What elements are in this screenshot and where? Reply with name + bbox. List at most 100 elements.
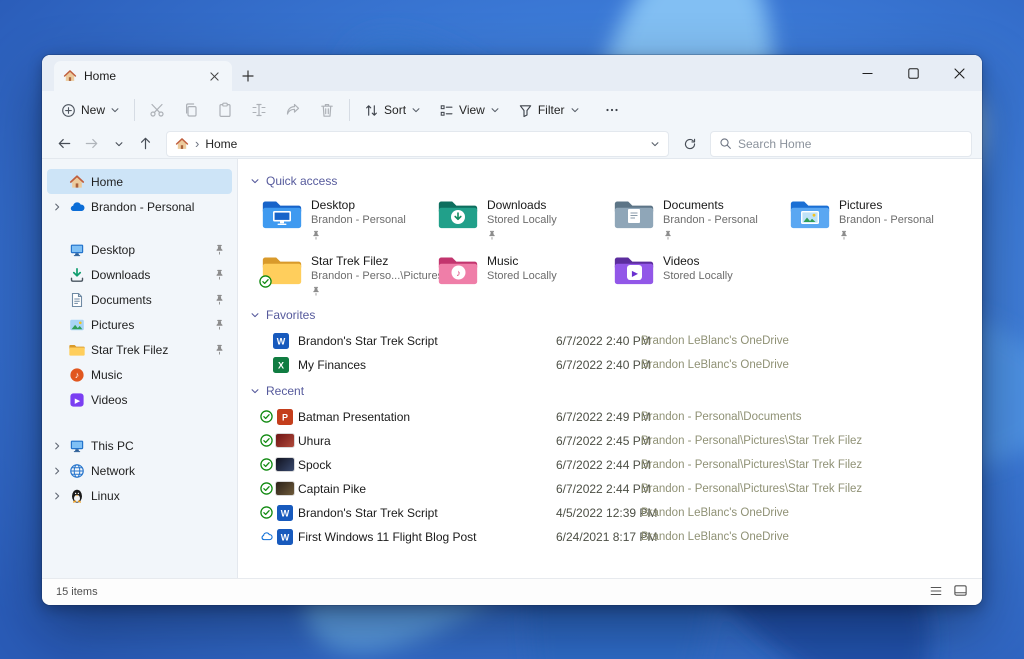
rename-button[interactable] bbox=[242, 95, 276, 125]
svg-text:♪: ♪ bbox=[456, 268, 461, 278]
search-box[interactable] bbox=[710, 130, 972, 157]
view-icon bbox=[439, 103, 454, 118]
chevron-down-icon bbox=[490, 105, 500, 115]
file-row[interactable]: Spock 6/7/2022 2:44 PM Brandon - Persona… bbox=[238, 453, 982, 477]
pin-icon bbox=[839, 230, 934, 240]
file-row[interactable]: Brandon's Star Trek Script 6/7/2022 2:40… bbox=[238, 329, 982, 353]
tile-name: Documents bbox=[663, 198, 724, 212]
tile-subtitle: Brandon - Personal bbox=[663, 214, 758, 226]
quick-access-tile-videos[interactable]: ▶ Videos Stored Locally bbox=[614, 254, 790, 296]
folder-icon bbox=[69, 342, 85, 358]
collapse-chevron-icon[interactable] bbox=[250, 176, 260, 186]
sort-button-label: Sort bbox=[384, 103, 407, 117]
excel-file-icon bbox=[273, 357, 289, 373]
file-name: My Finances bbox=[298, 358, 367, 372]
explorer-tab-home[interactable]: Home bbox=[54, 61, 232, 91]
file-row[interactable]: Captain Pike 6/7/2022 2:44 PM Brandon - … bbox=[238, 477, 982, 501]
pin-icon bbox=[311, 230, 406, 240]
file-location: Brandon LeBlanc's OneDrive bbox=[641, 531, 789, 543]
sidebar-item-downloads[interactable]: Downloads bbox=[47, 262, 232, 287]
address-dropdown-button[interactable] bbox=[650, 139, 660, 149]
section-header-quick-access[interactable]: Quick access bbox=[250, 171, 982, 191]
sidebar-item-star-trek-filez[interactable]: Star Trek Filez bbox=[47, 337, 232, 362]
recent-locations-button[interactable] bbox=[106, 131, 131, 156]
back-button[interactable] bbox=[52, 131, 77, 156]
expand-chevron-icon[interactable] bbox=[50, 491, 63, 501]
maximize-button[interactable] bbox=[890, 55, 936, 91]
file-row[interactable]: First Windows 11 Flight Blog Post 6/24/2… bbox=[238, 525, 982, 549]
sidebar-item-documents[interactable]: Documents bbox=[47, 287, 232, 312]
delete-button[interactable] bbox=[310, 95, 344, 125]
section-header-recent[interactable]: Recent bbox=[250, 381, 982, 401]
breadcrumb[interactable]: › Home bbox=[166, 130, 669, 157]
image-thumbnail bbox=[275, 481, 295, 496]
quick-access-tile-music[interactable]: ♪ Music Stored Locally bbox=[438, 254, 614, 296]
pictures-icon bbox=[69, 317, 85, 333]
quick-access-tile-documents[interactable]: Documents Brandon - Personal bbox=[614, 198, 790, 240]
chevron-down-icon bbox=[411, 105, 421, 115]
sidebar-item-music[interactable]: Music bbox=[47, 362, 232, 387]
new-button[interactable]: New bbox=[52, 95, 129, 125]
copy-button[interactable] bbox=[174, 95, 208, 125]
up-button[interactable] bbox=[133, 131, 158, 156]
refresh-button[interactable] bbox=[677, 131, 702, 156]
word-file-icon bbox=[273, 333, 289, 349]
sidebar-item-network[interactable]: Network bbox=[47, 458, 232, 483]
details-view-toggle[interactable] bbox=[953, 583, 968, 601]
file-name: First Windows 11 Flight Blog Post bbox=[298, 530, 477, 544]
minimize-icon bbox=[862, 72, 872, 74]
filter-button[interactable]: Filter bbox=[509, 95, 589, 125]
pin-icon bbox=[311, 286, 443, 296]
paste-icon bbox=[217, 102, 233, 118]
close-button[interactable] bbox=[936, 55, 982, 91]
paste-button[interactable] bbox=[208, 95, 242, 125]
file-row[interactable]: Uhura 6/7/2022 2:45 PM Brandon - Persona… bbox=[238, 429, 982, 453]
file-location: Brandon LeBlanc's OneDrive bbox=[641, 507, 789, 519]
linux-penguin-icon bbox=[69, 488, 85, 504]
more-options-button[interactable] bbox=[595, 95, 629, 125]
file-row[interactable]: Batman Presentation 6/7/2022 2:49 PM Bra… bbox=[238, 405, 982, 429]
cut-icon bbox=[149, 102, 165, 118]
maximize-icon bbox=[907, 67, 919, 79]
file-row[interactable]: My Finances 6/7/2022 2:40 PM Brandon LeB… bbox=[238, 353, 982, 377]
forward-button[interactable] bbox=[79, 131, 104, 156]
expand-chevron-icon[interactable] bbox=[50, 441, 63, 451]
view-button-label: View bbox=[459, 103, 485, 117]
desktop-folder-icon bbox=[262, 198, 302, 230]
sidebar-item-label: Network bbox=[91, 463, 136, 478]
expand-chevron-icon[interactable] bbox=[50, 466, 63, 476]
sidebar-item-onedrive[interactable]: Brandon - Personal bbox=[47, 194, 232, 219]
item-count: 15 items bbox=[56, 586, 98, 598]
sidebar-item-this-pc[interactable]: This PC bbox=[47, 433, 232, 458]
collapse-chevron-icon[interactable] bbox=[250, 386, 260, 396]
quick-access-tile-downloads[interactable]: Downloads Stored Locally bbox=[438, 198, 614, 240]
breadcrumb-item-home[interactable]: Home bbox=[205, 137, 237, 151]
navigation-pane: Home Brandon - Personal Desktop Download… bbox=[42, 159, 238, 578]
quick-access-tile-pictures[interactable]: Pictures Brandon - Personal bbox=[790, 198, 966, 240]
sidebar-item-videos[interactable]: Videos bbox=[47, 387, 232, 412]
view-button[interactable]: View bbox=[430, 95, 509, 125]
search-input[interactable] bbox=[738, 136, 963, 151]
cut-button[interactable] bbox=[140, 95, 174, 125]
plus-icon bbox=[242, 70, 254, 82]
tab-close-button[interactable] bbox=[205, 67, 223, 85]
tile-name: Desktop bbox=[311, 198, 356, 212]
quick-access-tile-star-trek-filez[interactable]: Star Trek Filez Brandon - Perso...\Pictu… bbox=[262, 254, 443, 296]
sidebar-item-label: Pictures bbox=[91, 317, 135, 332]
sidebar-item-desktop[interactable]: Desktop bbox=[47, 237, 232, 262]
sidebar-item-linux[interactable]: Linux bbox=[47, 483, 232, 508]
collapse-chevron-icon[interactable] bbox=[250, 310, 260, 320]
filter-icon bbox=[518, 103, 533, 118]
expand-chevron-icon[interactable] bbox=[50, 202, 63, 212]
section-header-favorites[interactable]: Favorites bbox=[250, 305, 982, 325]
list-view-toggle[interactable] bbox=[929, 584, 943, 601]
sort-button[interactable]: Sort bbox=[355, 95, 430, 125]
share-button[interactable] bbox=[276, 95, 310, 125]
file-name: Uhura bbox=[298, 434, 331, 448]
new-tab-button[interactable] bbox=[232, 61, 264, 91]
sidebar-item-home[interactable]: Home bbox=[47, 169, 232, 194]
quick-access-tile-desktop[interactable]: Desktop Brandon - Personal bbox=[262, 198, 438, 240]
file-row[interactable]: Brandon's Star Trek Script 4/5/2022 12:3… bbox=[238, 501, 982, 525]
file-name: Brandon's Star Trek Script bbox=[298, 334, 438, 348]
minimize-button[interactable] bbox=[844, 55, 890, 91]
